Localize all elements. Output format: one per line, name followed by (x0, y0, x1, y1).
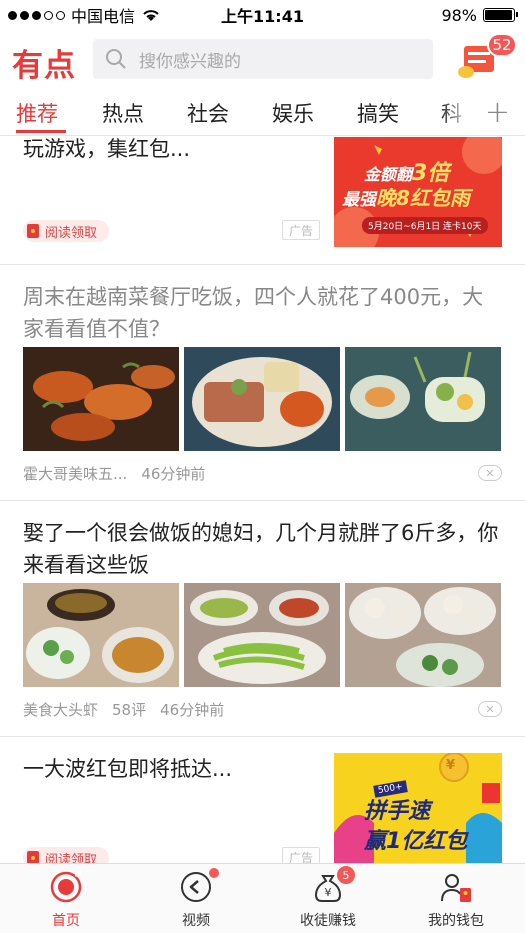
thumbnail-dumplings[interactable] (345, 583, 501, 687)
app-header: 有点 搜你感兴趣的 52 (0, 30, 525, 88)
tab-hot[interactable]: 热点 (102, 98, 144, 128)
feed-item-ad[interactable]: 一大波红包即将抵达... ¥ 500+ 拼手速 赢1亿红包 阅读领取 广告 (0, 737, 525, 863)
earn-badge: 5 (337, 866, 355, 884)
gift-badge: 52 (487, 33, 517, 57)
tab-funny[interactable]: 搞笑 (357, 98, 399, 128)
news-feed[interactable]: 玩游戏，集红包... 金额翻3倍 最强晚8红包雨 5月20日~6月1日 连卡10… (0, 137, 525, 863)
thumbnail-row[interactable] (23, 583, 501, 687)
red-envelope-icon (27, 224, 39, 238)
app-logo: 有点 (12, 48, 76, 84)
ad-banner-text-2: 最强晚8红包雨 (342, 186, 470, 210)
bottom-tab-bar: 首页 视频 ¥ 5 收徒赚钱 我的钱包 (0, 863, 525, 933)
article-source: 霍大哥美味五... (23, 465, 128, 483)
article-source: 美食大头虾 (23, 701, 99, 719)
tab-society[interactable]: 社会 (187, 98, 229, 128)
article-meta: 美食大头虾 58评 46分钟前 (23, 699, 224, 720)
feed-item[interactable]: 周末在越南菜餐厅吃饭，四个人就花了400元，大家看看值不值？ 霍大哥美味五...… (0, 265, 525, 501)
article-title[interactable]: 一大波红包即将抵达... (23, 753, 323, 785)
home-icon (50, 871, 82, 903)
tab-underline (16, 130, 66, 133)
tab-entertainment[interactable]: 娱乐 (272, 98, 314, 128)
article-time: 46分钟前 (160, 701, 225, 719)
coin-icon: ¥ (446, 758, 456, 773)
wallet-user-icon (441, 874, 471, 902)
ad-label: 广告 (282, 847, 320, 863)
ad-banner-text-2: 赢1亿红包 (364, 829, 468, 854)
tabbar-earn[interactable]: ¥ 5 收徒赚钱 (278, 866, 378, 930)
red-envelope-icon (27, 851, 39, 863)
article-title[interactable]: 玩游戏，集红包... (23, 137, 323, 165)
thumbnail-row[interactable] (23, 347, 501, 451)
thumbnail-grilled-shrimp[interactable] (23, 347, 179, 451)
thumbnail-green-peppers[interactable] (184, 583, 340, 687)
read-reward-tag[interactable]: 阅读领取 (23, 847, 110, 864)
article-comments: 58评 (112, 701, 147, 719)
search-placeholder: 搜你感兴趣的 (139, 51, 241, 72)
dismiss-button[interactable]: ✕ (478, 465, 502, 481)
article-title[interactable]: 周末在越南菜餐厅吃饭，四个人就花了400元，大家看看值不值？ (23, 281, 503, 345)
article-meta: 霍大哥美味五... 46分钟前 (23, 463, 205, 484)
ad-banner-image[interactable]: ¥ 500+ 拼手速 赢1亿红包 (334, 753, 502, 863)
tabbar-wallet-label: 我的钱包 (428, 913, 484, 929)
status-bar: 中国电信 上午11:41 98% (0, 0, 525, 30)
read-reward-label: 阅读领取 (45, 852, 98, 864)
tabbar-home-label: 首页 (52, 913, 80, 929)
thumbnail-pork-plate[interactable] (184, 347, 340, 451)
play-icon (181, 872, 211, 902)
dismiss-button[interactable]: ✕ (478, 701, 502, 717)
thumbnail-spring-rolls[interactable] (345, 347, 501, 451)
feed-item[interactable]: 娶了一个很会做饭的媳妇，几个月就胖了6斤多，你来看看这些饭 美食大头虾 58评 … (0, 501, 525, 737)
read-reward-tag[interactable]: 阅读领取 (23, 220, 110, 242)
ad-banner-date: 5月20日~6月1日 连卡10天 (362, 217, 488, 234)
battery-icon (483, 8, 518, 22)
search-input[interactable]: 搜你感兴趣的 (93, 39, 433, 79)
tabbar-video-label: 视频 (182, 913, 210, 929)
article-time: 46分钟前 (141, 465, 206, 483)
channel-tabs: 推荐 热点 社会 娱乐 搞笑 科 + (0, 90, 525, 136)
ad-banner-image[interactable]: 金额翻3倍 最强晚8红包雨 5月20日~6月1日 连卡10天 (334, 137, 502, 247)
article-title[interactable]: 娶了一个很会做饭的媳妇，几个月就胖了6斤多，你来看看这些饭 (23, 517, 503, 581)
ad-label: 广告 (282, 220, 320, 240)
tabbar-earn-label: 收徒赚钱 (300, 913, 356, 929)
add-channel-button[interactable]: + (470, 90, 525, 135)
ad-banner-text-1: 拼手速 (364, 799, 431, 824)
tab-recommend[interactable]: 推荐 (16, 98, 58, 128)
read-reward-label: 阅读领取 (45, 225, 98, 241)
tabbar-home[interactable]: 首页 (16, 870, 116, 930)
search-icon (106, 49, 126, 69)
tabbar-wallet[interactable]: 我的钱包 (406, 870, 506, 930)
thumbnail-home-dishes[interactable] (23, 583, 179, 687)
battery-percent: 98% (441, 5, 477, 25)
video-notification-dot (209, 868, 219, 878)
svg-text:¥: ¥ (325, 886, 332, 899)
tabbar-video[interactable]: 视频 (146, 868, 246, 930)
feed-item-ad[interactable]: 玩游戏，集红包... 金额翻3倍 最强晚8红包雨 5月20日~6月1日 连卡10… (0, 137, 525, 265)
